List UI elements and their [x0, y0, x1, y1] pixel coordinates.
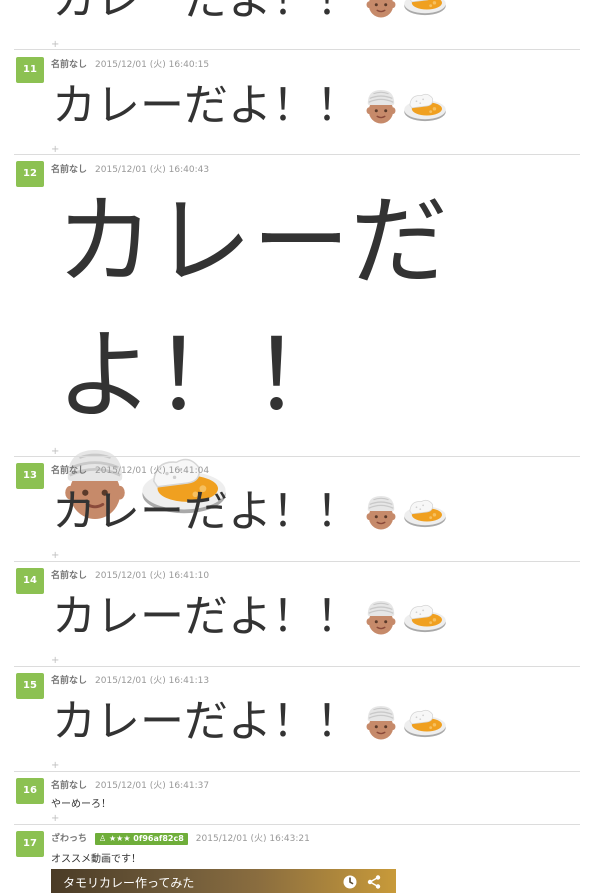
author-name: 名前なし	[51, 165, 88, 175]
post-text: やーめーろ！	[51, 799, 111, 810]
post-text: カレーだよ！！	[52, 80, 360, 131]
post-date: 2015/12/01 (火) 16:41:04	[95, 466, 210, 476]
embedded-video[interactable]: タモリカレー作ってみた	[51, 869, 396, 893]
curry-rice-emoji	[402, 89, 448, 123]
post-meta: ざわっち ♙ ★★★ 0f96af82c8 2015/12/01 (火) 16:43…	[51, 831, 310, 845]
curry-rice-emoji	[402, 600, 448, 634]
expand-icon[interactable]: +	[51, 551, 59, 561]
post-number[interactable]: 13	[16, 463, 44, 489]
curry-rice-emoji	[402, 0, 448, 17]
expand-icon[interactable]: +	[51, 814, 59, 824]
divider	[14, 666, 580, 667]
post-text: カレーだよ！！	[52, 0, 360, 26]
divider	[14, 561, 580, 562]
clock-icon[interactable]	[342, 874, 358, 890]
post-date: 2015/12/01 (火) 16:41:37	[95, 781, 210, 791]
post-body: カレーだよ！！	[52, 486, 448, 538]
post-meta: 名前なし 2015/12/01 (火) 16:41:37	[51, 778, 209, 791]
post-text: カレーだよ！！	[52, 696, 360, 747]
post-number[interactable]: 12	[16, 161, 44, 187]
video-title[interactable]: タモリカレー作ってみた	[63, 874, 194, 891]
badge-text: ★★★ 0f96af82c8	[108, 834, 184, 843]
post-number[interactable]: 17	[16, 831, 44, 857]
post-number[interactable]: 16	[16, 778, 44, 804]
author-name: ざわっち	[51, 834, 88, 844]
post-number[interactable]: 15	[16, 673, 44, 699]
divider	[14, 771, 580, 772]
post-number[interactable]: 11	[16, 57, 44, 83]
share-icon[interactable]	[366, 874, 382, 890]
divider	[14, 154, 580, 155]
id-badge: ♙ ★★★ 0f96af82c8	[95, 833, 188, 845]
divider	[14, 824, 580, 825]
post-meta: 名前なし 2015/12/01 (火) 16:41:04	[51, 463, 209, 476]
post-meta: 名前なし 2015/12/01 (火) 16:41:10	[51, 568, 209, 581]
turban-man-emoji	[364, 598, 398, 636]
post-meta: 名前なし 2015/12/01 (火) 16:40:43	[51, 162, 209, 175]
expand-icon[interactable]: +	[51, 656, 59, 666]
post-meta: 名前なし 2015/12/01 (火) 16:41:13	[51, 673, 209, 686]
post-text: カレーだよ！！	[52, 591, 360, 642]
post-body: カレーだよ！！	[52, 80, 448, 132]
author-name: 名前なし	[51, 781, 88, 791]
divider	[14, 49, 580, 50]
curry-rice-emoji	[402, 705, 448, 739]
user-icon: ♙	[99, 834, 107, 843]
post-body: カレーだよ！！	[52, 0, 448, 26]
post-text: カレーだよ！！	[52, 486, 360, 537]
post-date: 2015/12/01 (火) 16:40:43	[95, 165, 210, 175]
expand-icon[interactable]: +	[51, 761, 59, 771]
turban-man-emoji	[364, 0, 398, 19]
post-text: オススメ動画です！	[51, 854, 141, 865]
author-name: 名前なし	[51, 466, 88, 476]
author-name: 名前なし	[51, 571, 88, 581]
post-number[interactable]: 14	[16, 568, 44, 594]
post-text: カレーだよ！！	[56, 185, 449, 433]
turban-man-emoji	[364, 703, 398, 741]
author-name: 名前なし	[51, 676, 88, 686]
post-date: 2015/12/01 (火) 16:43:21	[195, 834, 310, 844]
post-date: 2015/12/01 (火) 16:41:13	[95, 676, 210, 686]
post-body: カレーだよ！！	[52, 591, 448, 643]
divider	[14, 456, 580, 457]
post-date: 2015/12/01 (火) 16:41:10	[95, 571, 210, 581]
turban-man-emoji	[364, 87, 398, 125]
turban-man-emoji	[364, 493, 398, 531]
post-date: 2015/12/01 (火) 16:40:15	[95, 60, 210, 70]
author-name: 名前なし	[51, 60, 88, 70]
curry-rice-emoji	[402, 495, 448, 529]
post-meta: 名前なし 2015/12/01 (火) 16:40:15	[51, 57, 209, 70]
post-body: カレーだよ！！	[52, 696, 448, 748]
